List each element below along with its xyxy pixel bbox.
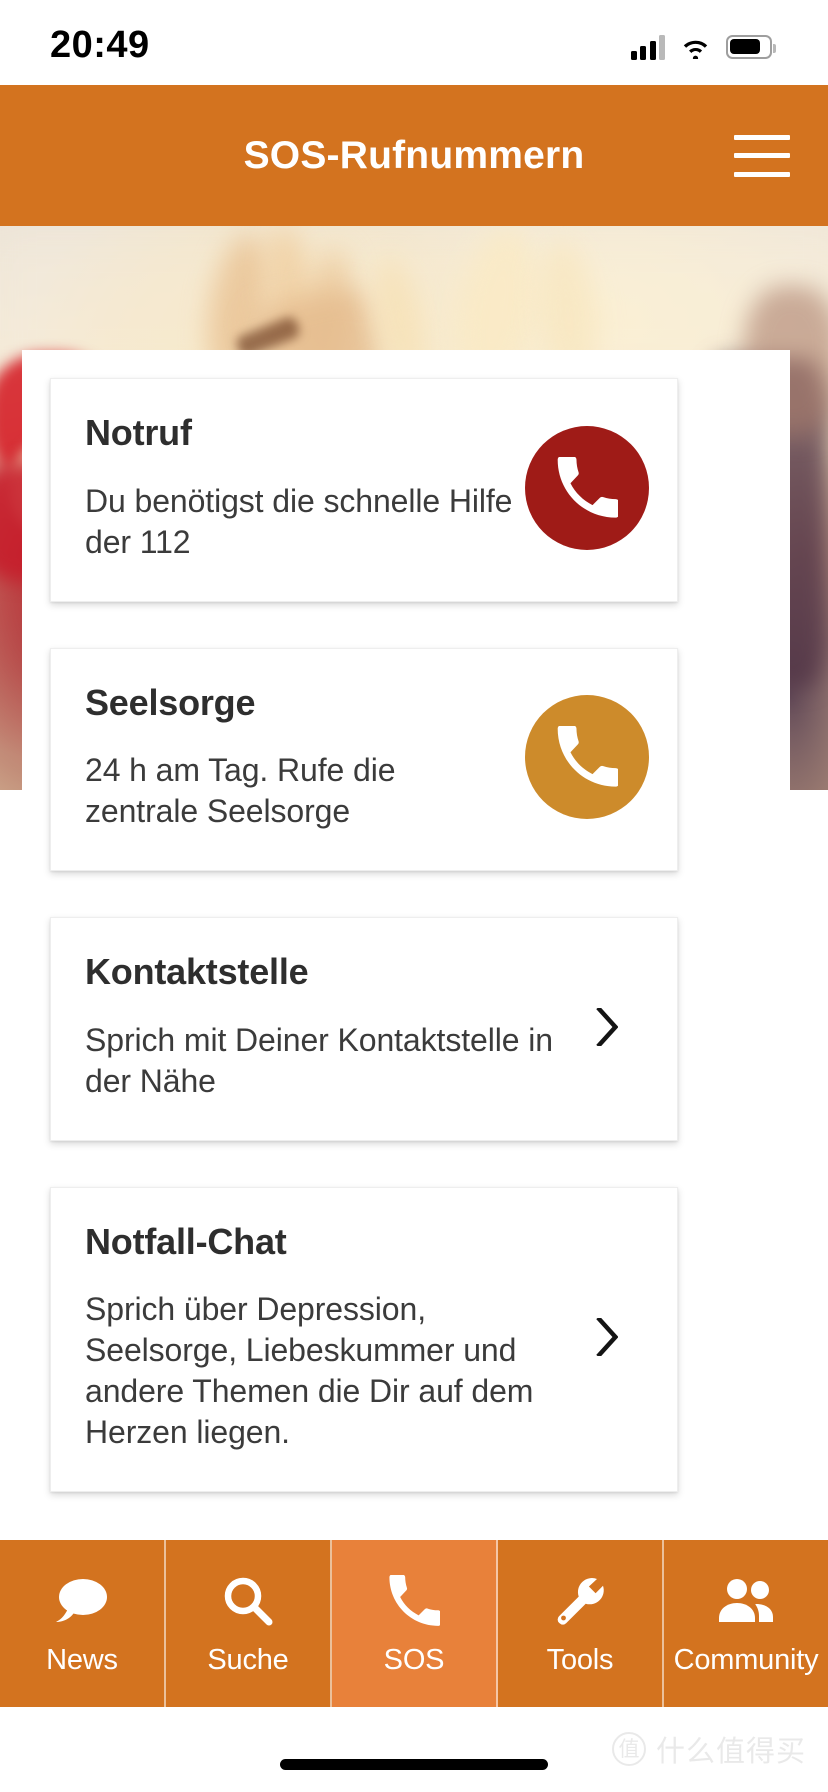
card-description: Sprich über Depression, Seelsorge, Liebe… xyxy=(85,1291,534,1450)
status-bar: 20:49 xyxy=(0,0,828,85)
tab-suche[interactable]: Suche xyxy=(166,1540,332,1707)
status-bar-indicators xyxy=(630,26,776,60)
watermark: 值 什么值得买 xyxy=(611,1728,806,1770)
tab-label: SOS xyxy=(383,1644,445,1676)
card-text-block: Seelsorge 24 h am Tag. Rufe die zentrale… xyxy=(85,681,525,833)
app-header: SOS-Rufnummern xyxy=(0,85,828,226)
card-title: Notfall-Chat xyxy=(85,1220,287,1262)
tab-label: Community xyxy=(673,1644,819,1676)
card-description: 24 h am Tag. Rufe die zentrale Seelsorge xyxy=(85,752,396,830)
hamburger-menu-icon[interactable] xyxy=(734,134,790,177)
home-indicator-area: 值 什么值得买 xyxy=(0,1707,828,1792)
wifi-icon xyxy=(683,40,708,59)
card-notfall-chat[interactable]: Notfall-Chat Sprich über Depression, See… xyxy=(50,1186,678,1492)
tab-news[interactable]: News xyxy=(0,1540,166,1707)
watermark-text: 什么值得买 xyxy=(655,1734,806,1768)
card-text-block: Notruf Du benötigst die schnelle Hilfe d… xyxy=(85,413,525,563)
card-title: Seelsorge xyxy=(85,681,256,723)
card-text-block: Notfall-Chat Sprich über Depression, See… xyxy=(85,1220,581,1453)
bottom-navigation-bar: News Suche SOS Tools Community xyxy=(0,1540,828,1707)
chat-bubble-icon xyxy=(53,1572,111,1630)
watermark-logo-icon: 值 xyxy=(611,1732,646,1766)
phone-icon xyxy=(557,726,618,787)
home-indicator-bar[interactable] xyxy=(280,1759,548,1770)
sos-card-list: Notruf Du benötigst die schnelle Hilfe d… xyxy=(50,378,678,1538)
app-screen: 20:49 SOS-Rufnummern Notruf Du benötigst… xyxy=(0,0,828,1792)
card-title: Kontaktstelle xyxy=(85,951,309,992)
tab-label: Suche xyxy=(207,1644,289,1676)
tab-sos[interactable]: SOS xyxy=(332,1540,498,1707)
signal-bars-icon xyxy=(630,34,665,60)
card-notruf[interactable]: Notruf Du benötigst die schnelle Hilfe d… xyxy=(50,378,678,602)
card-description: Du benötigst die schnelle Hilfe der 112 xyxy=(85,482,513,560)
call-button-notruf[interactable] xyxy=(525,425,649,550)
card-title: Notruf xyxy=(85,412,192,453)
battery-icon xyxy=(726,34,776,59)
search-icon xyxy=(221,1572,275,1630)
tab-label: Tools xyxy=(546,1644,614,1676)
status-bar-time: 20:49 xyxy=(50,24,150,66)
call-button-seelsorge[interactable] xyxy=(525,695,649,820)
chevron-right-icon[interactable] xyxy=(581,1007,633,1046)
tab-community[interactable]: Community xyxy=(664,1540,828,1707)
card-kontaktstelle[interactable]: Kontaktstelle Sprich mit Deiner Kontakts… xyxy=(50,917,678,1141)
card-text-block: Kontaktstelle Sprich mit Deiner Kontakts… xyxy=(85,952,581,1102)
phone-icon xyxy=(388,1572,440,1630)
page-title: SOS-Rufnummern xyxy=(243,133,585,177)
people-icon xyxy=(715,1572,777,1630)
card-seelsorge[interactable]: Seelsorge 24 h am Tag. Rufe die zentrale… xyxy=(50,647,678,871)
tab-label: News xyxy=(46,1644,118,1676)
phone-icon xyxy=(557,456,618,518)
tab-tools[interactable]: Tools xyxy=(498,1540,664,1707)
wrench-icon xyxy=(552,1572,608,1630)
card-description: Sprich mit Deiner Kontaktstelle in der N… xyxy=(85,1021,553,1099)
chevron-right-icon[interactable] xyxy=(581,1318,633,1357)
